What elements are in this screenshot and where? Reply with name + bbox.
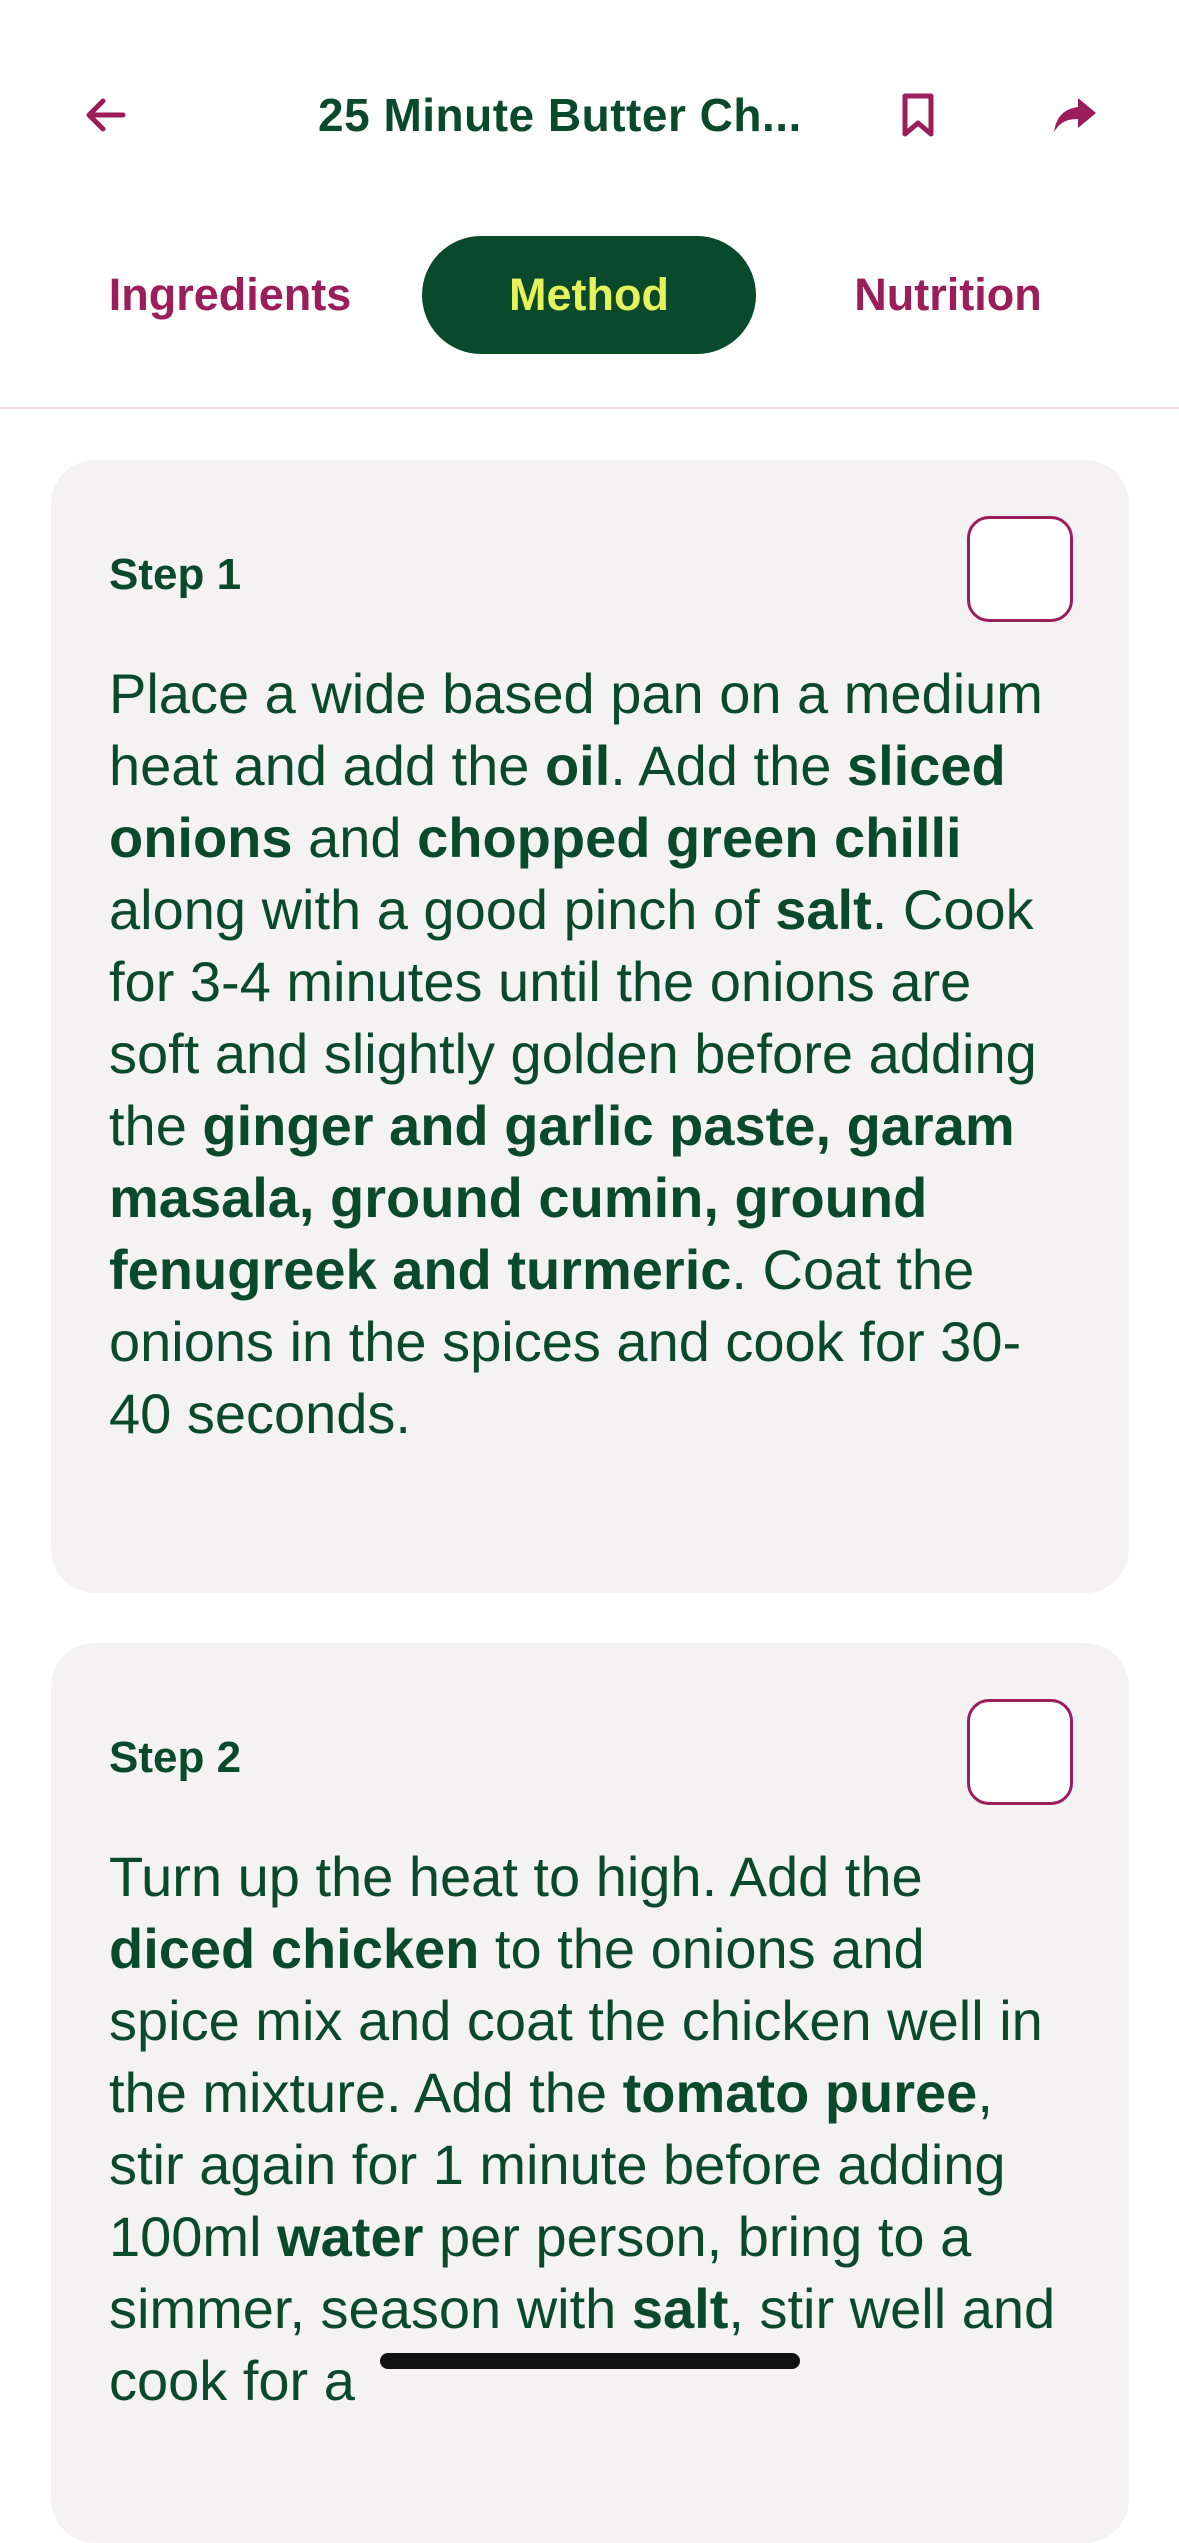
ingredient-highlight: chopped green chilli [417, 806, 962, 869]
tab-ingredients[interactable]: Ingredients [70, 236, 390, 354]
step-text-segment: and [292, 806, 418, 869]
ingredient-highlight: water [277, 2205, 424, 2268]
home-indicator [380, 2353, 800, 2369]
share-icon [1054, 98, 1096, 132]
step-text-segment: . Add the [610, 734, 847, 797]
step-card: Step 1 Place a wide based pan on a mediu… [51, 460, 1129, 1593]
step-checkbox[interactable] [967, 1699, 1073, 1805]
ingredient-highlight: tomato puree [622, 2061, 978, 2124]
step-card: Step 2 Turn up the heat to high. Add the… [51, 1643, 1129, 2543]
ingredient-highlight: oil [544, 734, 611, 797]
recipe-tabs: Ingredients Method Nutrition [0, 230, 1179, 360]
tab-method[interactable]: Method [422, 236, 756, 354]
top-bar: 25 Minute Butter Ch... [0, 0, 1179, 230]
tab-nutrition[interactable]: Nutrition [812, 236, 1084, 354]
step-label: Step 1 [109, 550, 242, 599]
tabs-divider [0, 407, 1179, 409]
step-text-segment: Turn up the heat to high. Add the [109, 1845, 923, 1908]
share-button[interactable] [1040, 80, 1110, 150]
recipe-title: 25 Minute Butter Ch... [318, 89, 802, 141]
ingredient-highlight: salt [775, 878, 872, 941]
bookmark-icon [902, 93, 934, 137]
arrow-left-icon [86, 98, 126, 132]
step-text: Place a wide based pan on a medium heat … [109, 658, 1069, 1450]
bookmark-button[interactable] [888, 80, 948, 150]
step-text-segment: along with a good pinch of [109, 878, 776, 941]
ingredient-highlight: diced chicken [109, 1917, 480, 1980]
back-button[interactable] [70, 80, 140, 150]
step-label: Step 2 [109, 1733, 242, 1782]
ingredient-highlight: salt [631, 2277, 729, 2340]
step-text: Turn up the heat to high. Add the diced … [109, 1841, 1069, 2417]
step-checkbox[interactable] [967, 516, 1073, 622]
